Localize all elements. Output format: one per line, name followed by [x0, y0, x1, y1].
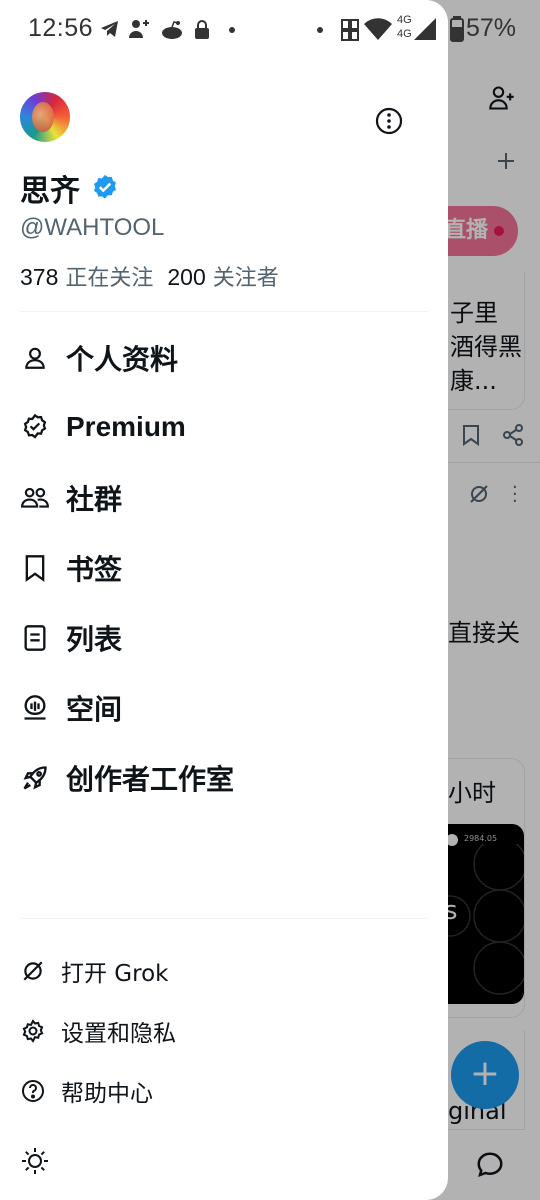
- profile-name-row[interactable]: 思齐: [20, 168, 120, 209]
- nav-item-label: 书签: [66, 553, 123, 586]
- followers-count: 200: [167, 264, 206, 290]
- profile-handle: @WAHTOOL: [20, 214, 165, 241]
- follow-stats: 378 正在关注 200 关注者: [20, 260, 279, 292]
- signal-icon: [414, 18, 436, 40]
- nav-item-label: 帮助中心: [61, 1081, 153, 1107]
- followers-link[interactable]: 200 关注者: [167, 264, 279, 291]
- nav-item-label: 空间: [66, 693, 123, 726]
- person-icon: [20, 343, 50, 373]
- navigation-drawer: 思齐 @WAHTOOL 378 正在关注 200 关注者 个人资料 Premiu…: [0, 0, 448, 1200]
- status-time: 12:56: [28, 14, 94, 42]
- following-label: 正在关注: [65, 266, 154, 291]
- wifi-icon: [364, 18, 392, 40]
- nav-item-label: 打开 Grok: [61, 961, 169, 987]
- nav-item-label: 创作者工作室: [66, 763, 235, 796]
- telegram-icon: [101, 21, 118, 37]
- nav-item-bookmarks[interactable]: 书签: [20, 538, 428, 598]
- list-icon: [20, 623, 50, 653]
- bookmark-icon: [20, 553, 50, 583]
- nfc-icon: [341, 19, 359, 41]
- add-user-icon: [129, 20, 149, 38]
- nav-item-grok[interactable]: 打开 Grok: [20, 946, 428, 996]
- dot-icon: [229, 27, 235, 33]
- reddit-icon: [162, 21, 182, 39]
- spaces-icon: [20, 693, 50, 723]
- network-type: 4G: [397, 14, 412, 26]
- grok-icon: [20, 958, 46, 984]
- verified-badge-icon: [20, 412, 50, 442]
- divider: [20, 311, 428, 312]
- profile-name: 思齐: [20, 174, 80, 209]
- verified-badge-icon: [94, 174, 116, 199]
- nav-item-label: 社群: [66, 483, 123, 516]
- avatar[interactable]: [20, 92, 70, 142]
- nav-item-help[interactable]: 帮助中心: [20, 1066, 428, 1116]
- dot-icon: [317, 27, 323, 33]
- following-link[interactable]: 378 正在关注: [20, 264, 154, 291]
- nav-item-communities[interactable]: 社群: [20, 468, 428, 528]
- status-bar: 12:56 4G 4G 57%: [28, 14, 517, 42]
- communities-icon: [20, 483, 50, 513]
- nav-item-label: 设置和隐私: [61, 1021, 176, 1047]
- followers-label: 关注者: [212, 266, 279, 291]
- following-count: 378: [20, 264, 59, 290]
- nav-item-creator-studio[interactable]: 创作者工作室: [20, 748, 428, 808]
- battery-icon: [450, 16, 464, 42]
- nav-item-label: 个人资料: [66, 343, 179, 376]
- divider: [20, 918, 428, 919]
- more-options-icon[interactable]: [374, 106, 404, 136]
- nav-item-label: Premium: [66, 411, 186, 442]
- help-icon: [20, 1078, 46, 1104]
- nav-item-profile[interactable]: 个人资料: [20, 328, 428, 388]
- nav-item-spaces[interactable]: 空间: [20, 678, 428, 738]
- gear-icon: [20, 1018, 46, 1044]
- nav-item-label: 列表: [66, 623, 123, 656]
- rocket-icon: [20, 763, 50, 793]
- nav-item-lists[interactable]: 列表: [20, 608, 428, 668]
- lock-icon: [195, 20, 209, 39]
- nav-item-premium[interactable]: Premium: [20, 397, 428, 457]
- sun-icon[interactable]: [20, 1146, 50, 1176]
- nav-item-settings[interactable]: 设置和隐私: [20, 1006, 428, 1056]
- battery-level: 57%: [466, 14, 517, 42]
